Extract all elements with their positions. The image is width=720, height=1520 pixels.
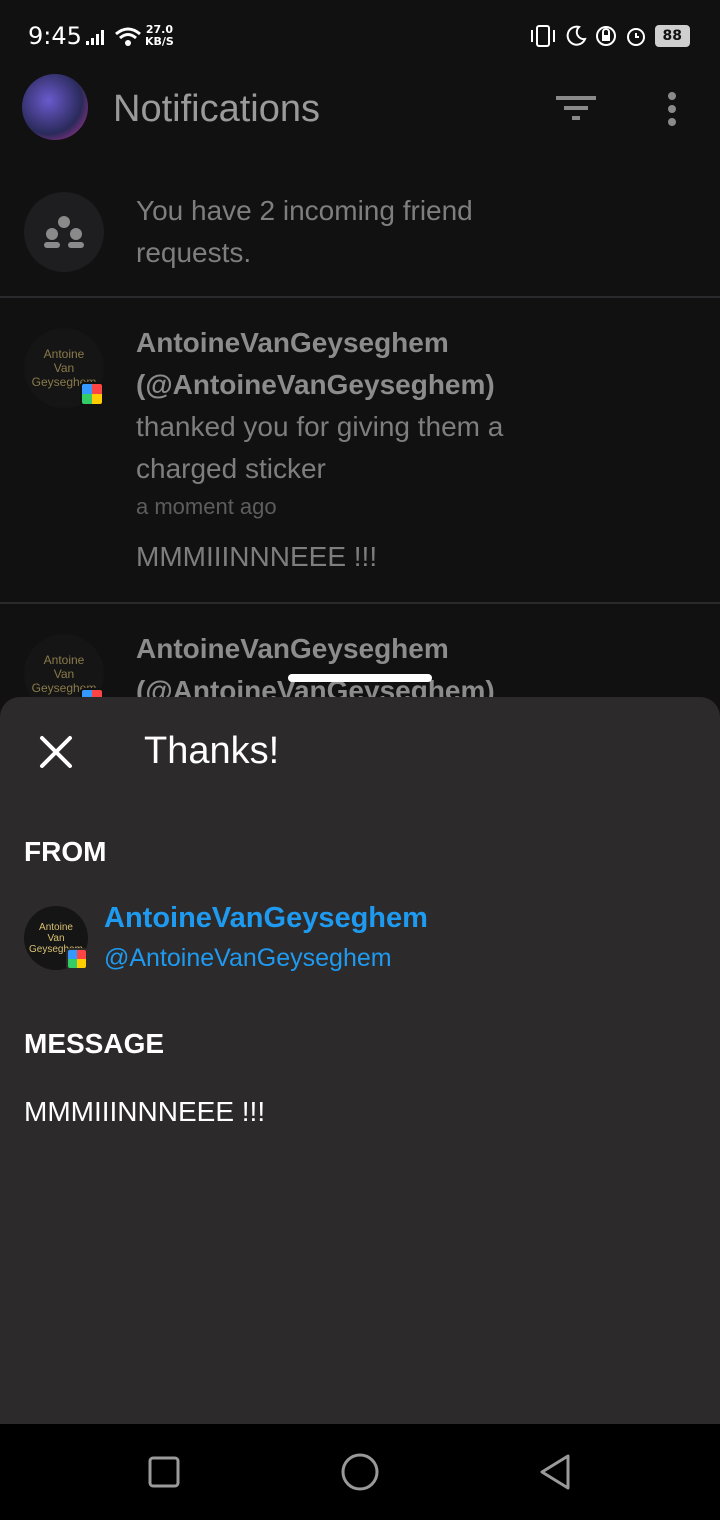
wifi-icon [115, 27, 141, 46]
signal-icon [86, 30, 104, 45]
thanks-bottom-sheet [0, 697, 720, 1424]
from-name-link[interactable]: AntoineVanGeyseghem [104, 902, 428, 935]
sender-name-2[interactable]: AntoineVanGeyseghem [136, 628, 495, 670]
vibrate-icon [530, 25, 555, 47]
from-label: FROM [24, 836, 107, 867]
notification-message: MMMIIINNNEEE !!! [136, 541, 378, 572]
friend-requests-icon [24, 192, 104, 272]
profile-avatar[interactable] [22, 74, 88, 140]
avatar-label-2: Van [53, 361, 75, 375]
network-speed: 27.0 KB/S [145, 24, 174, 48]
friend-requests-line1: You have 2 incoming friend [136, 195, 473, 226]
friend-requests-line2: requests. [136, 237, 252, 268]
status-icons: 88 [529, 24, 690, 48]
network-speed-unit: KB/S [145, 35, 174, 48]
from-charged-badge-icon [66, 948, 88, 970]
sender-handle[interactable]: (@AntoineVanGeyseghem) [136, 364, 503, 406]
sender-name[interactable]: AntoineVanGeyseghem [136, 322, 503, 364]
thanks-text: AntoineVanGeyseghem (@AntoineVanGeyseghe… [136, 322, 503, 578]
from-avatar-label-1: Antoine [39, 921, 73, 933]
avatar-label-1: Antoine [43, 347, 85, 361]
page-title: Notifications [113, 88, 320, 130]
sheet-title: Thanks! [144, 730, 280, 772]
message-body: MMMIIINNNEEE !!! [24, 1096, 266, 1127]
close-icon[interactable] [36, 732, 76, 772]
filter-icon[interactable] [556, 96, 596, 122]
recents-icon[interactable] [142, 1450, 186, 1494]
lock-rotation-icon [595, 26, 616, 46]
notification-time: a moment ago [136, 494, 277, 519]
alarm-icon [626, 28, 645, 46]
status-bar: 9:45 27.0 KB/S 88 [0, 0, 720, 72]
friend-requests-text: You have 2 incoming friend requests. [136, 190, 473, 274]
battery-indicator: 88 [654, 25, 690, 47]
more-vert-icon[interactable] [664, 92, 680, 128]
avatar2-label-1: Antoine [43, 653, 85, 667]
thanks-line1: thanked you for giving them a [136, 411, 504, 442]
status-time: 9:45 [28, 22, 82, 50]
notification-thanks[interactable]: Antoine Van Geyseghem AntoineVanGeyseghe… [0, 298, 720, 604]
notification-friend-requests[interactable]: You have 2 incoming friend requests. [0, 170, 720, 298]
charged-badge-icon [80, 382, 104, 406]
avatar2-label-2: Van [53, 667, 75, 681]
from-handle-link[interactable]: @AntoineVanGeyseghem [104, 944, 392, 973]
sheet-drag-handle[interactable] [288, 674, 432, 682]
do-not-disturb-moon-icon [566, 25, 587, 46]
back-icon[interactable] [534, 1450, 578, 1494]
message-label: MESSAGE [24, 1028, 165, 1059]
thanks-line2: charged sticker [136, 453, 326, 484]
home-icon[interactable] [338, 1450, 382, 1494]
from-avatar-label-2: Van [47, 932, 65, 944]
